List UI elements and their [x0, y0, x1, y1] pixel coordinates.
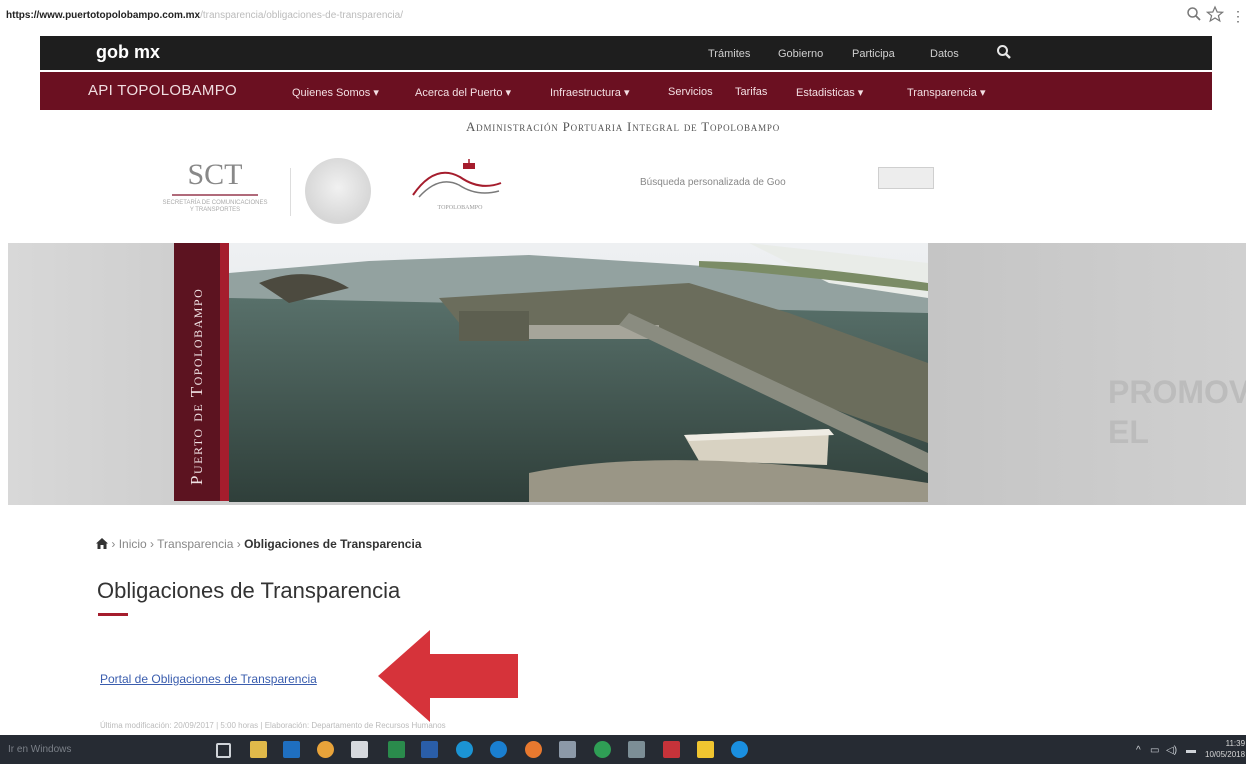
bookmark-star-icon[interactable] [1206, 5, 1224, 23]
port-logo-text: TOPOLOBAMPO [438, 205, 484, 211]
breadcrumb-separator: › [111, 537, 119, 551]
internet-explorer-icon[interactable] [490, 741, 507, 758]
breadcrumb-inicio[interactable]: Inicio [119, 537, 147, 551]
api-nav-bar: API TOPOLOBAMPO Quienes Somos ▾ Acerca d… [40, 72, 1212, 110]
volume-icon[interactable]: ◁) [1166, 745, 1177, 756]
excel-icon[interactable] [388, 741, 405, 758]
outlook-icon[interactable] [283, 741, 300, 758]
clock-date: 10/05/2018 [1205, 750, 1246, 759]
nav-transparencia[interactable]: Transparencia ▾ [907, 86, 985, 99]
sct-logo-rule [172, 194, 258, 196]
sct-logo[interactable]: SCT Secretaría de Comunicaciones y Trans… [150, 158, 280, 232]
google-search-label: Búsqueda personalizada de Goo [640, 177, 786, 188]
home-icon[interactable] [96, 538, 108, 549]
url-path: /transparencia/obligaciones-de-transpare… [200, 10, 403, 21]
chrome-icon[interactable] [317, 741, 334, 758]
skype-icon[interactable] [456, 741, 473, 758]
last-modified-note: Última modificación: 20/09/2017 | 5:00 h… [100, 721, 446, 730]
sct-logo-text: SCT [187, 158, 243, 191]
nav-tramites[interactable]: Trámites [708, 48, 750, 60]
breadcrumb-current: Obligaciones de Transparencia [244, 537, 422, 551]
breadcrumb-separator: › [233, 537, 245, 551]
nav-gobierno[interactable]: Gobierno [778, 48, 823, 60]
paint-icon[interactable] [628, 741, 645, 758]
nav-quienes-somos[interactable]: Quienes Somos ▾ [292, 86, 379, 99]
gob-mx-bar: gob mx Trámites Gobierno Participa Datos [40, 36, 1212, 70]
api-title[interactable]: API TOPOLOBAMPO [88, 82, 237, 99]
gob-mx-logo[interactable]: gob mx [96, 42, 160, 63]
url-field[interactable]: https://www.puertotopolobampo.com.mx/tra… [6, 10, 403, 21]
nav-datos[interactable]: Datos [930, 48, 959, 60]
nav-tarifas[interactable]: Tarifas [735, 86, 767, 98]
nav-acerca-del-puerto[interactable]: Acerca del Puerto ▾ [415, 86, 511, 99]
site-title: Administración Portuaria Integral de Top… [465, 119, 780, 134]
national-seal-icon [305, 158, 371, 224]
page-title: Obligaciones de Transparencia [97, 578, 401, 603]
taskbar-clock[interactable]: 11:39 10/05/2018 [1205, 738, 1245, 760]
spotify-icon[interactable] [594, 741, 611, 758]
sct-logo-subtitle: Secretaría de Comunicaciones y Transport… [162, 200, 268, 213]
zoom-icon[interactable] [1186, 6, 1202, 22]
firefox-icon[interactable] [525, 741, 542, 758]
browser-address-bar: https://www.puertotopolobampo.com.mx/tra… [0, 0, 1246, 34]
breadcrumb-transparencia[interactable]: Transparencia [157, 537, 233, 551]
hero-vertical-title: Puerto de Topolobampo [187, 287, 206, 485]
logo-divider [290, 168, 291, 216]
browser-menu-icon[interactable]: ⋮ [1231, 8, 1245, 25]
calculator-icon[interactable] [351, 741, 368, 758]
app-icon[interactable] [559, 741, 576, 758]
acrobat-icon[interactable] [663, 741, 680, 758]
word-icon[interactable] [421, 741, 438, 758]
search-icon[interactable] [995, 43, 1013, 61]
hero-side-accent [220, 243, 229, 501]
nav-infraestructura[interactable]: Infraestructura ▾ [550, 86, 630, 99]
port-logo[interactable]: TOPOLOBAMPO [405, 155, 515, 235]
network-icon[interactable]: ▭ [1150, 745, 1159, 756]
url-domain: https://www.puertotopolobampo.com.mx [6, 10, 201, 21]
google-search-input[interactable] [878, 167, 934, 189]
breadcrumb-separator: › [146, 537, 158, 551]
breadcrumb: › Inicio › Transparencia › Obligaciones … [96, 537, 422, 551]
task-view-icon[interactable] [216, 743, 231, 758]
red-arrow-annotation [378, 630, 518, 722]
file-explorer-icon[interactable] [250, 741, 267, 758]
nav-estadisticas[interactable]: Estadisticas ▾ [796, 86, 863, 99]
sticky-notes-icon[interactable] [697, 741, 714, 758]
clock-time: 11:39 [1225, 739, 1246, 748]
hero-ghost-text: PROMOVER EL [1108, 374, 1246, 450]
title-underline [98, 613, 128, 616]
nav-participa[interactable]: Participa [852, 48, 895, 60]
notification-icon[interactable]: ▬ [1186, 745, 1196, 756]
tray-chevron-icon[interactable]: ^ [1136, 745, 1141, 756]
portal-obligaciones-link[interactable]: Portal de Obligaciones de Transparencia [100, 672, 317, 686]
port-aerial-photo [229, 243, 928, 502]
edge-icon[interactable] [731, 741, 748, 758]
nav-servicios[interactable]: Servicios [668, 86, 713, 98]
taskbar-search[interactable]: Ir en Windows [8, 744, 71, 755]
windows-taskbar: Ir en Windows ^ ▭ ◁) ▬ 11:39 10/05/2018 [0, 735, 1246, 764]
